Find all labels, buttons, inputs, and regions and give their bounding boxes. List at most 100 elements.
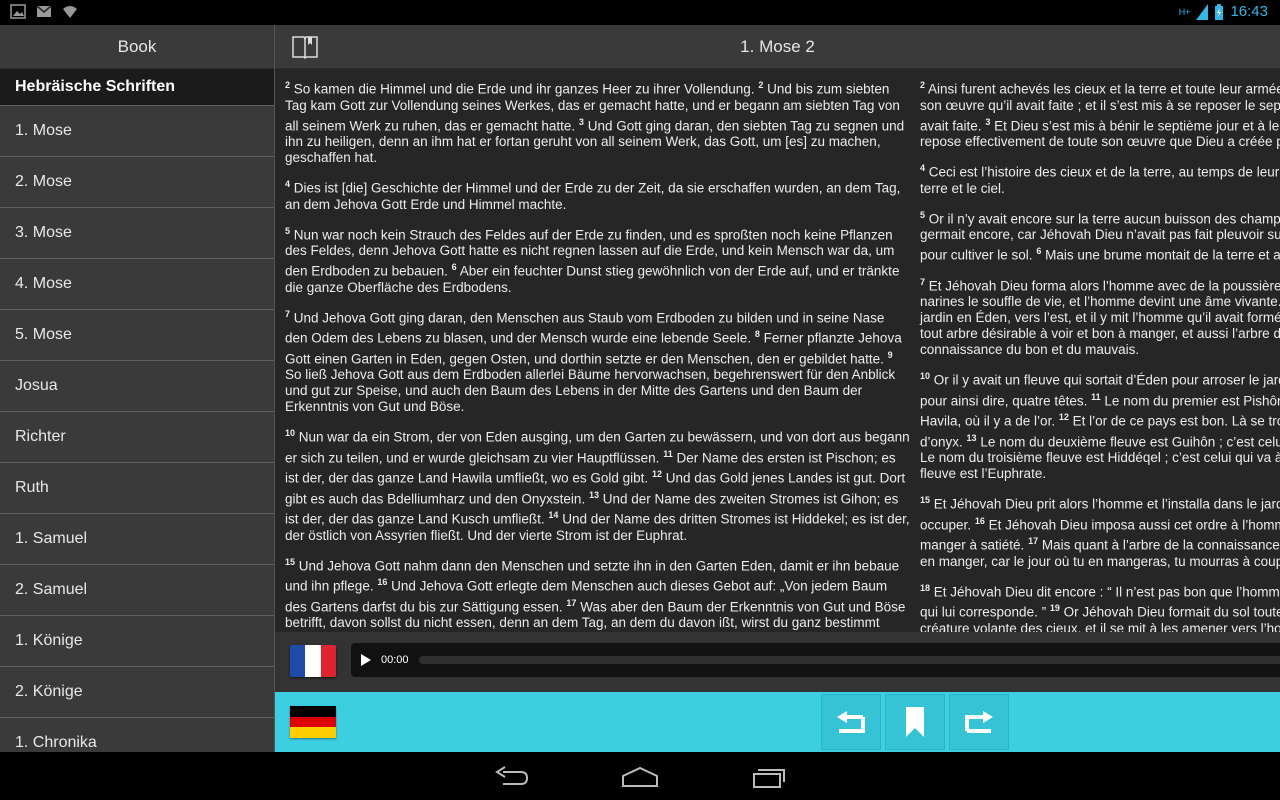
verse-text: Ceci est l’histoire des cieux et de la t… bbox=[928, 164, 1280, 180]
book-list: 1. Mose 2. Mose 3. Mose 4. Mose 5. Mose Josua… bbox=[0, 105, 274, 752]
verse-number: 2 bbox=[758, 80, 764, 90]
verse-text: Mais une brume montait de la terre et ar… bbox=[1045, 247, 1280, 263]
verse-number: 15 bbox=[920, 495, 931, 505]
verse-text: occuper. bbox=[920, 517, 972, 532]
chapter-title: 1. Mose 2 bbox=[740, 37, 815, 56]
verse-number: 14 bbox=[548, 510, 559, 520]
verse-text: terre et le ciel. bbox=[920, 180, 1005, 196]
verse-text: Le nom du troisième fleuve est Hiddéqel … bbox=[920, 450, 1280, 465]
home-icon[interactable] bbox=[621, 766, 659, 788]
book-list-item[interactable]: 1. Samuel bbox=[0, 513, 274, 564]
verse-number: 11 bbox=[1091, 391, 1101, 402]
verse-text: pour cultiver le sol. bbox=[920, 247, 1033, 263]
verse-number: 6 bbox=[451, 262, 457, 272]
verse-text: tout arbre désirable à voir et bon à man… bbox=[920, 326, 1280, 341]
verse-text: d’onyx. bbox=[920, 434, 963, 449]
verse-text: pour ainsi dire, quatre têtes. bbox=[920, 393, 1088, 408]
verse-number: 3 bbox=[985, 116, 991, 127]
forward-button[interactable] bbox=[949, 694, 1009, 750]
book-list-item[interactable]: 2. Samuel bbox=[0, 564, 274, 615]
forward-arrow-icon bbox=[965, 711, 993, 733]
verse-number: 2 bbox=[285, 80, 291, 90]
verse-number: 10 bbox=[285, 428, 296, 438]
verse-text: Ainsi furent achevés les cieux et la ter… bbox=[928, 81, 1280, 97]
verse-text: son œuvre qu’il avait faite ; et il s’es… bbox=[920, 97, 1280, 113]
de-flag[interactable] bbox=[290, 706, 336, 738]
reader-panel: 1. Mose 2 2 So kamen die Himmel und die … bbox=[275, 25, 1280, 752]
recent-apps-icon[interactable] bbox=[752, 766, 786, 788]
verse-number: 9 bbox=[887, 349, 893, 360]
verse-number: 17 bbox=[1028, 536, 1039, 546]
back-button[interactable] bbox=[821, 694, 881, 750]
bible-text-area[interactable]: 2 So kamen die Himmel und die Erde und i… bbox=[275, 69, 1280, 632]
book-list-item[interactable]: Ruth bbox=[0, 462, 274, 513]
verse-text: germait encore, car Jéhovah Dieu n’avait… bbox=[920, 227, 1280, 242]
verse-number: 13 bbox=[588, 489, 599, 500]
audio-player-bar: 00:00 bbox=[275, 632, 1280, 692]
verse-paragraph: 4 Dies ist [die] Geschichte der Himmel u… bbox=[285, 176, 910, 213]
verse-number: 10 bbox=[920, 371, 931, 381]
play-icon[interactable] bbox=[361, 654, 371, 666]
back-arrow-icon bbox=[837, 711, 865, 733]
verse-paragraph: 5 Nun war noch kein Strauch des Feldes a… bbox=[285, 223, 910, 296]
verse-number: 3 bbox=[578, 116, 584, 127]
audio-seek-bar[interactable] bbox=[418, 656, 1280, 664]
verse-number: 13 bbox=[966, 432, 977, 443]
verse-text: Et Jéhovah Dieu imposa aussi cet ordre à… bbox=[988, 517, 1280, 532]
sidebar-header: Book bbox=[0, 25, 274, 69]
status-bar: H+ 16:43 bbox=[0, 0, 1280, 25]
verse-number: 15 bbox=[285, 556, 296, 567]
verse-text: connaissance du bon et du mauvais. bbox=[920, 342, 1140, 357]
verse-paragraph: 10 Or il y avait un fleuve qui sortait d… bbox=[920, 368, 1280, 482]
verse-paragraph: 2 So kamen die Himmel und die Erde und i… bbox=[285, 77, 910, 166]
verse-number: 5 bbox=[920, 209, 926, 220]
book-list-item[interactable]: 2. Mose bbox=[0, 156, 274, 207]
verse-number: 18 bbox=[920, 582, 931, 593]
verse-text: qui lui corresponde. ” bbox=[920, 604, 1047, 620]
wifi-icon bbox=[63, 6, 77, 18]
verse-paragraph: 7 Und Jehova Gott ging daran, den Mensch… bbox=[285, 306, 910, 416]
verse-text: créature volante des cieux, et il se mit… bbox=[920, 620, 1280, 633]
audio-player: 00:00 bbox=[351, 643, 1280, 677]
verse-text: Et Dieu s’est mis à bénir le septième jo… bbox=[994, 118, 1280, 133]
verse-text: fleuve est l’Euphrate. bbox=[920, 466, 1047, 481]
verse-number: 7 bbox=[920, 276, 926, 287]
verse-number: 6 bbox=[1036, 246, 1042, 256]
bottom-toolbar bbox=[275, 692, 1280, 752]
verse-text: Havila, où il y a de l’or. bbox=[920, 413, 1056, 429]
network-type: H+ bbox=[1178, 6, 1191, 17]
book-list-item[interactable]: 1. Mose bbox=[0, 105, 274, 156]
book-list-item[interactable]: 3. Mose bbox=[0, 207, 274, 258]
reader-header: 1. Mose 2 bbox=[275, 25, 1280, 69]
book-list-item[interactable]: 1. Könige bbox=[0, 615, 274, 666]
verse-paragraph: 15 Und Jehova Gott nahm dann den Mensche… bbox=[285, 554, 910, 633]
verse-text: jardin en Éden, vers l’est, et il y mit … bbox=[920, 310, 1280, 325]
verse-text: avait faite. bbox=[920, 118, 982, 133]
verse-text: manger à satiété. bbox=[920, 537, 1025, 553]
verse-number: 12 bbox=[1058, 412, 1069, 422]
verse-number: 5 bbox=[285, 225, 291, 236]
book-list-item[interactable]: Richter bbox=[0, 411, 274, 462]
book-list-item[interactable]: 5. Mose bbox=[0, 309, 274, 360]
fr-flag[interactable] bbox=[290, 645, 336, 677]
verse-text: So kamen die Himmel und die Erde und ihr… bbox=[293, 81, 755, 97]
section-title[interactable]: Hebräische Schriften bbox=[0, 69, 274, 105]
verse-text: en manger, car le jour où tu en mangeras… bbox=[920, 553, 1280, 569]
book-list-item[interactable]: Josua bbox=[0, 360, 274, 411]
bookmark-button[interactable] bbox=[885, 694, 945, 750]
verse-text: Le nom du deuxième fleuve est Guihôn ; c… bbox=[980, 434, 1280, 449]
book-list-item[interactable]: 2. Könige bbox=[0, 666, 274, 717]
verse-text: So ließ Jehova Gott aus dem Erdboden all… bbox=[285, 367, 896, 414]
clock: 16:43 bbox=[1230, 3, 1268, 20]
battery-icon bbox=[1215, 3, 1224, 20]
verse-text: Dies ist [die] Geschichte der Himmel und… bbox=[285, 180, 901, 212]
verse-paragraph: 7 Et Jéhovah Dieu forma alors l’homme av… bbox=[920, 274, 1280, 359]
bookmark-icon bbox=[906, 707, 924, 737]
verse-number: 11 bbox=[663, 448, 673, 459]
verse-number: 8 bbox=[754, 329, 760, 339]
book-list-item[interactable]: 1. Chronika bbox=[0, 717, 274, 752]
back-icon[interactable] bbox=[495, 766, 529, 788]
book-list-item[interactable]: 4. Mose bbox=[0, 258, 274, 309]
verse-text: Or Jéhovah Dieu formait du sol toute bêt… bbox=[1063, 604, 1280, 620]
book-sidebar: Book Hebräische Schriften 1. Mose 2. Mose… bbox=[0, 25, 275, 752]
